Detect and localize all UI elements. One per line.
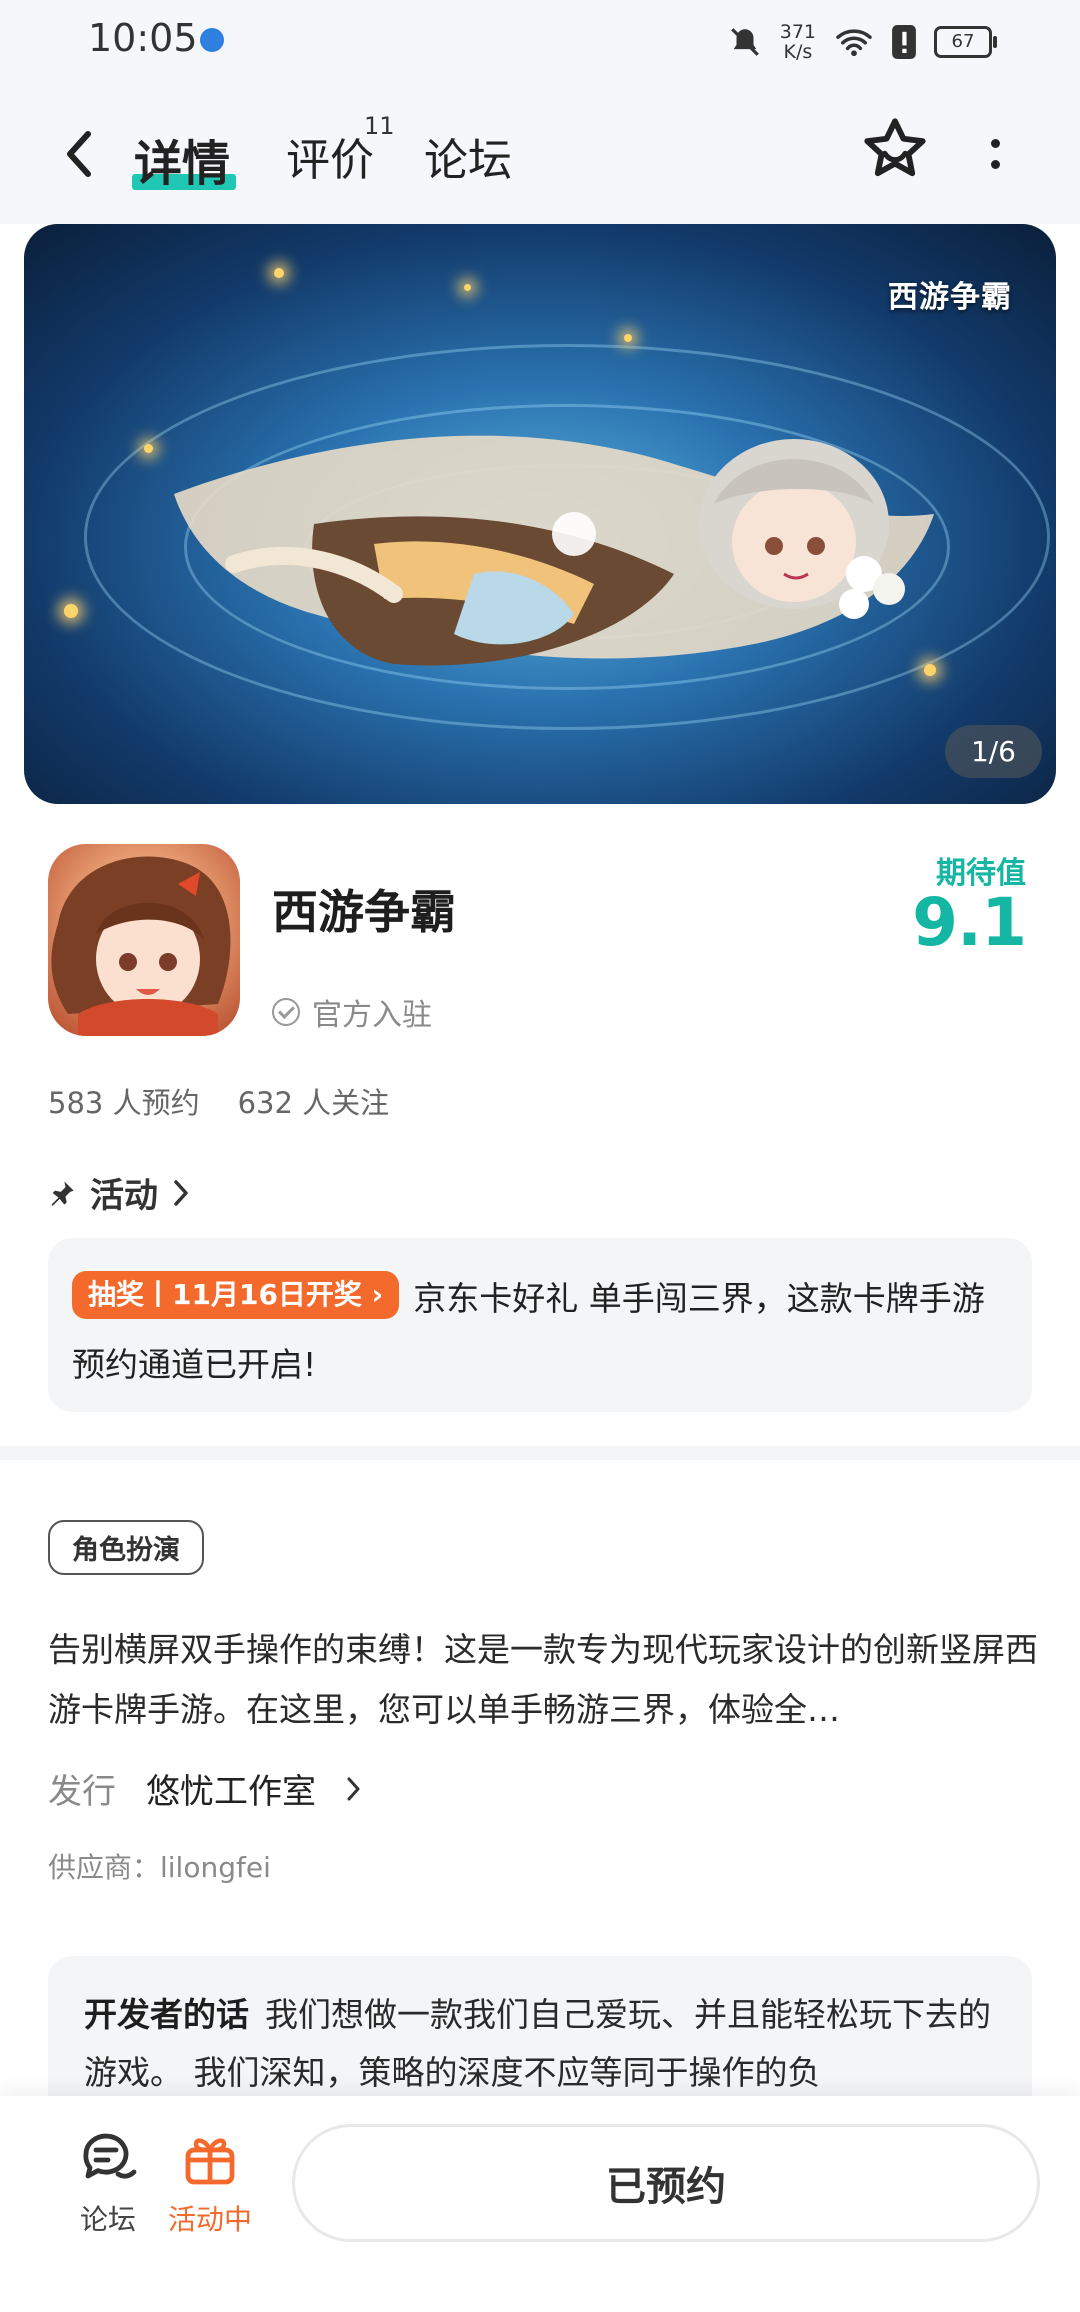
- notification-dot-icon: [200, 28, 224, 52]
- app-icon-art: [51, 856, 231, 1036]
- check-circle-icon: [272, 998, 300, 1026]
- mute-bell-icon: [730, 28, 759, 56]
- tab-reviews[interactable]: 评价: [286, 124, 374, 188]
- more-dot-icon: [990, 139, 1000, 148]
- game-logo: 西游争霸: [888, 280, 1012, 315]
- activity-button[interactable]: 活动中: [160, 2130, 260, 2238]
- light-particle: [464, 284, 471, 291]
- status-time: 10:05: [88, 16, 198, 60]
- pin-icon: [51, 1180, 74, 1206]
- light-particle: [624, 334, 632, 342]
- favorite-button[interactable]: [860, 114, 930, 184]
- tab-details[interactable]: 详情: [134, 124, 230, 194]
- official-label: 官方入驻: [312, 998, 432, 1033]
- expectation-score: 9.1: [912, 884, 1027, 961]
- reserved-button[interactable]: 已预约: [292, 2124, 1040, 2242]
- network-speed: 371 K/s: [780, 22, 816, 62]
- developer-note-label: 开发者的话: [84, 1995, 249, 2034]
- status-icons: 371 K/s 67: [728, 18, 997, 66]
- activity-title: 活动: [90, 1176, 158, 1216]
- publisher-row[interactable]: 发行 悠忧工作室: [48, 1764, 362, 1813]
- banner-character-artwork: [174, 435, 934, 666]
- back-button[interactable]: [54, 124, 104, 184]
- reviews-count-badge: 11: [364, 112, 395, 140]
- lottery-tag: 抽奖丨11月16日开奖 ›: [72, 1270, 400, 1319]
- follower-count: 632 人关注: [237, 1086, 390, 1120]
- official-badge: 官方入驻: [272, 990, 432, 1034]
- app-title: 西游争霸: [272, 885, 456, 939]
- alert-icon: [892, 25, 916, 59]
- gift-icon: [185, 2138, 235, 2185]
- screenshot-carousel[interactable]: 西游争霸 1/6: [24, 224, 1056, 804]
- publisher-name: 悠忧工作室: [146, 1772, 316, 1812]
- app-icon: [48, 844, 240, 1036]
- chevron-right-icon: [347, 1777, 360, 1800]
- chat-bubble-icon: [83, 2133, 137, 2179]
- forum-button[interactable]: 论坛: [58, 2130, 158, 2238]
- genre-tag[interactable]: 角色扮演: [48, 1520, 204, 1575]
- status-bar: 10:05 371 K/s 67: [0, 0, 1080, 84]
- activity-card[interactable]: 抽奖丨11月16日开奖 › 京东卡好礼 单手闯三界，这款卡牌手游预约通道已开启!: [48, 1238, 1032, 1412]
- speed-value: 371: [779, 21, 816, 43]
- speed-unit: K/s: [783, 41, 813, 63]
- star-icon: [864, 118, 926, 177]
- lottery-tag-text: 抽奖丨11月16日开奖: [88, 1277, 362, 1311]
- section-divider: [0, 1446, 1080, 1460]
- publisher-label: 发行: [48, 1772, 116, 1812]
- activity-header[interactable]: 活动: [48, 1168, 190, 1217]
- top-nav: 详情 评价 11 论坛: [0, 84, 1080, 224]
- light-particle: [64, 604, 78, 618]
- chevron-left-icon: [67, 131, 91, 177]
- reservation-count: 583 人预约: [48, 1086, 200, 1120]
- game-description[interactable]: 告别横屏双手操作的束缚！这是一款专为现代玩家设计的创新竖屏西游卡牌手游。在这里，…: [48, 1620, 1038, 1740]
- battery-icon: 67: [934, 26, 997, 58]
- wifi-icon: [836, 29, 872, 57]
- activity-label: 活动中: [167, 2203, 252, 2236]
- supplier-info: 供应商：lilongfei: [48, 1851, 271, 1884]
- more-options-button[interactable]: [980, 124, 1010, 184]
- stats-row: 583 人预约 632 人关注: [48, 1080, 389, 1122]
- chevron-right-icon: [174, 1179, 188, 1206]
- tab-forum[interactable]: 论坛: [424, 124, 512, 188]
- forum-label: 论坛: [79, 2203, 136, 2236]
- more-dot-icon: [990, 160, 1000, 169]
- image-counter: 1/6: [944, 725, 1042, 778]
- light-particle: [274, 268, 284, 278]
- light-particle: [144, 444, 153, 453]
- bottom-action-bar: 论坛 活动中 已预约: [0, 2096, 1080, 2312]
